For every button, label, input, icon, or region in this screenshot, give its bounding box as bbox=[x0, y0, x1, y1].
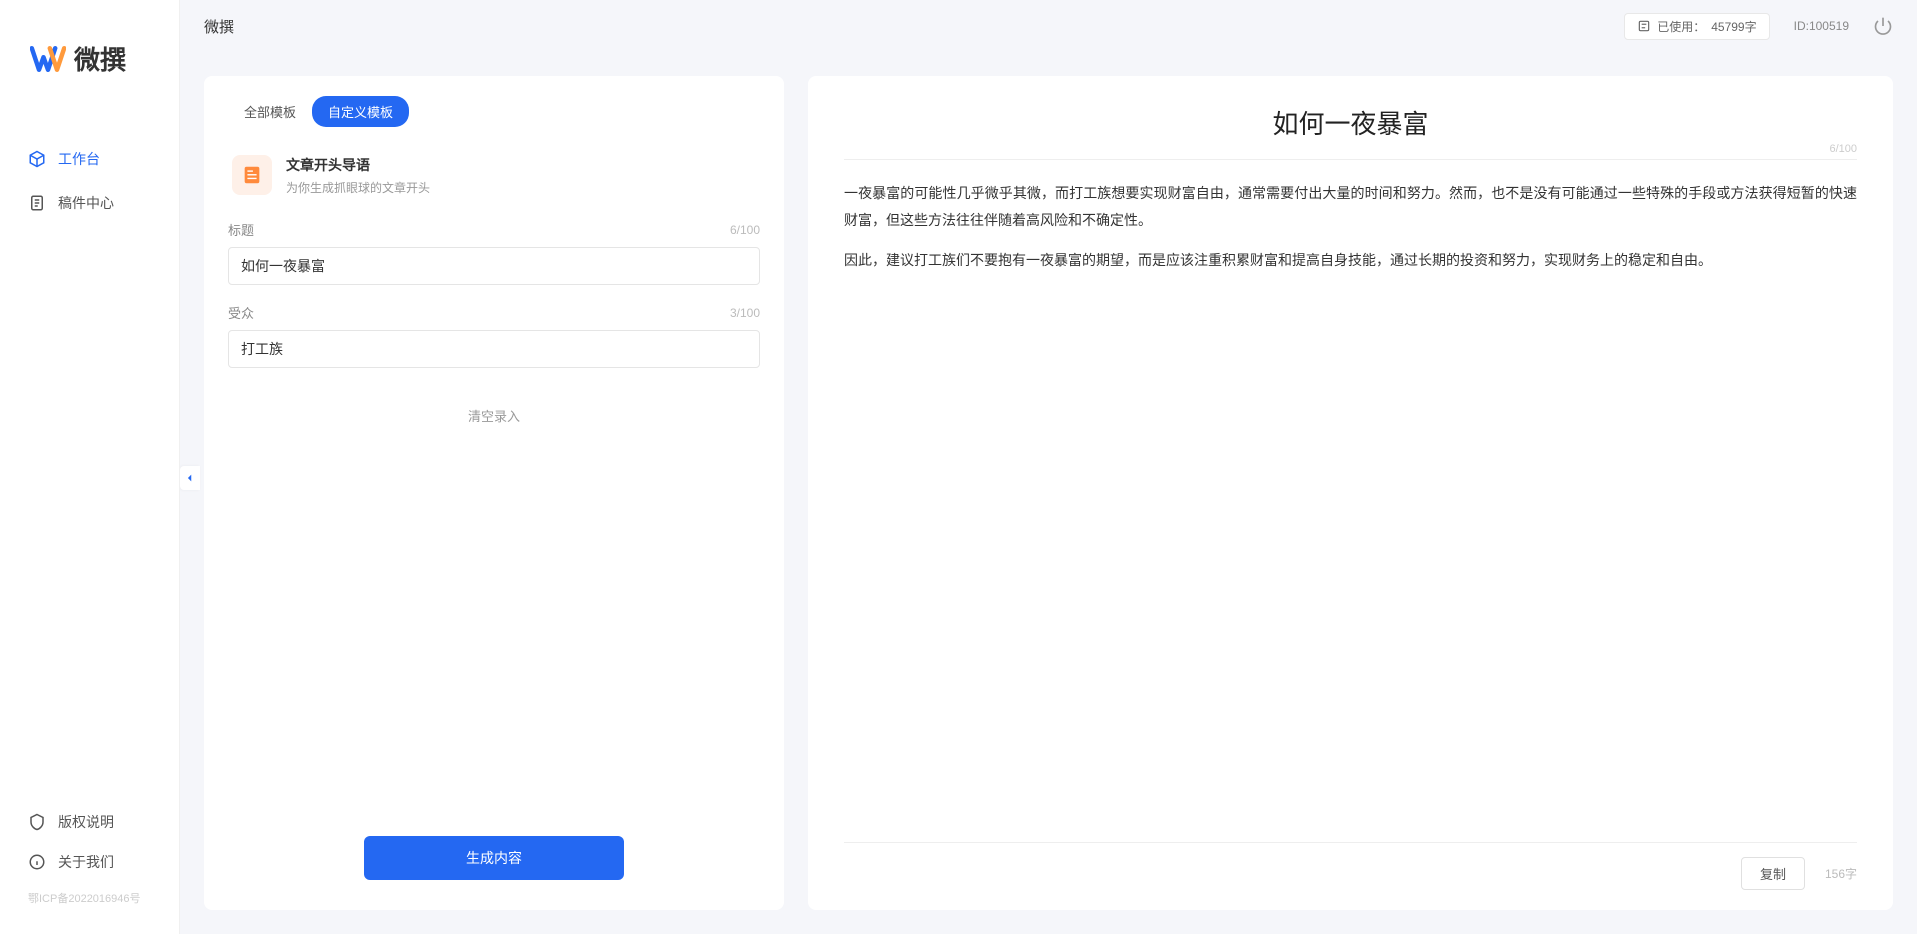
clear-input-button[interactable]: 清空录入 bbox=[228, 386, 760, 445]
sidebar: 微撰 工作台 稿件中心 bbox=[0, 0, 180, 934]
footer-label: 版权说明 bbox=[58, 812, 114, 832]
audience-count: 3/100 bbox=[730, 306, 760, 320]
tab-all-templates[interactable]: 全部模板 bbox=[228, 96, 312, 127]
tab-custom-templates[interactable]: 自定义模板 bbox=[312, 96, 409, 127]
doc-title-row: 如何一夜暴富 6/100 bbox=[844, 104, 1857, 160]
form-group-audience: 受众 3/100 bbox=[228, 303, 760, 368]
doc-paragraph: 一夜暴富的可能性几乎微乎其微，而打工族想要实现财富自由，通常需要付出大量的时间和… bbox=[844, 180, 1857, 233]
doc-paragraph: 因此，建议打工族们不要抱有一夜暴富的期望，而是应该注重积累财富和提高自身技能，通… bbox=[844, 247, 1857, 274]
article-icon bbox=[241, 164, 263, 186]
icp-text: 鄂ICP备2022016946号 bbox=[0, 882, 179, 914]
document-icon bbox=[28, 194, 46, 212]
nav-item-workspace[interactable]: 工作台 bbox=[0, 137, 179, 181]
power-icon[interactable] bbox=[1873, 16, 1893, 36]
usage-badge[interactable]: 已使用： 45799字 bbox=[1624, 13, 1769, 40]
doc-footer: 复制 156字 bbox=[844, 842, 1857, 890]
sidebar-footer: 版权说明 关于我们 鄂ICP备2022016946号 bbox=[0, 802, 179, 934]
header: 微撰 已使用： 45799字 ID:100519 bbox=[180, 0, 1917, 52]
text-icon bbox=[1637, 19, 1651, 33]
footer-item-about[interactable]: 关于我们 bbox=[0, 842, 179, 882]
doc-title-count: 6/100 bbox=[1829, 143, 1857, 155]
main: 微撰 已使用： 45799字 ID:100519 bbox=[180, 0, 1917, 934]
form-group-title: 标题 6/100 bbox=[228, 220, 760, 285]
cube-icon bbox=[28, 150, 46, 168]
app-title: 微撰 bbox=[204, 16, 234, 37]
title-count: 6/100 bbox=[730, 223, 760, 237]
word-count: 156字 bbox=[1825, 865, 1857, 882]
template-tabs: 全部模板 自定义模板 bbox=[228, 96, 760, 127]
collapse-sidebar-button[interactable] bbox=[180, 466, 200, 490]
template-name: 文章开头导语 bbox=[286, 155, 430, 175]
title-input[interactable] bbox=[228, 247, 760, 285]
user-id: ID:100519 bbox=[1794, 19, 1849, 33]
generate-button[interactable]: 生成内容 bbox=[364, 836, 624, 880]
nav-label: 稿件中心 bbox=[58, 193, 114, 213]
nav-label: 工作台 bbox=[58, 149, 100, 169]
usage-value: 45799字 bbox=[1711, 18, 1756, 35]
shield-icon bbox=[28, 813, 46, 831]
template-desc: 为你生成抓眼球的文章开头 bbox=[286, 179, 430, 196]
template-info: 文章开头导语 为你生成抓眼球的文章开头 bbox=[228, 147, 760, 220]
template-meta: 文章开头导语 为你生成抓眼球的文章开头 bbox=[286, 155, 430, 196]
footer-label: 关于我们 bbox=[58, 852, 114, 872]
title-label: 标题 bbox=[228, 220, 254, 239]
template-icon bbox=[232, 155, 272, 195]
copy-button[interactable]: 复制 bbox=[1741, 857, 1805, 890]
chevron-left-icon bbox=[185, 473, 195, 483]
right-panel: 如何一夜暴富 6/100 一夜暴富的可能性几乎微乎其微，而打工族想要实现财富自由… bbox=[808, 76, 1893, 910]
audience-label: 受众 bbox=[228, 303, 254, 322]
nav-menu: 工作台 稿件中心 bbox=[0, 107, 179, 802]
logo-text: 微撰 bbox=[74, 40, 126, 77]
footer-item-copyright[interactable]: 版权说明 bbox=[0, 802, 179, 842]
left-panel: 全部模板 自定义模板 文章开头导语 为你生成抓眼球的文章开 bbox=[204, 76, 784, 910]
logo-icon bbox=[30, 41, 66, 77]
nav-item-drafts[interactable]: 稿件中心 bbox=[0, 181, 179, 225]
info-icon bbox=[28, 853, 46, 871]
doc-body[interactable]: 一夜暴富的可能性几乎微乎其微，而打工族想要实现财富自由，通常需要付出大量的时间和… bbox=[844, 180, 1857, 842]
logo-area: 微撰 bbox=[0, 0, 179, 107]
audience-input[interactable] bbox=[228, 330, 760, 368]
doc-title[interactable]: 如何一夜暴富 bbox=[844, 104, 1857, 141]
content: 全部模板 自定义模板 文章开头导语 为你生成抓眼球的文章开 bbox=[180, 52, 1917, 934]
usage-label: 已使用： bbox=[1657, 18, 1705, 35]
